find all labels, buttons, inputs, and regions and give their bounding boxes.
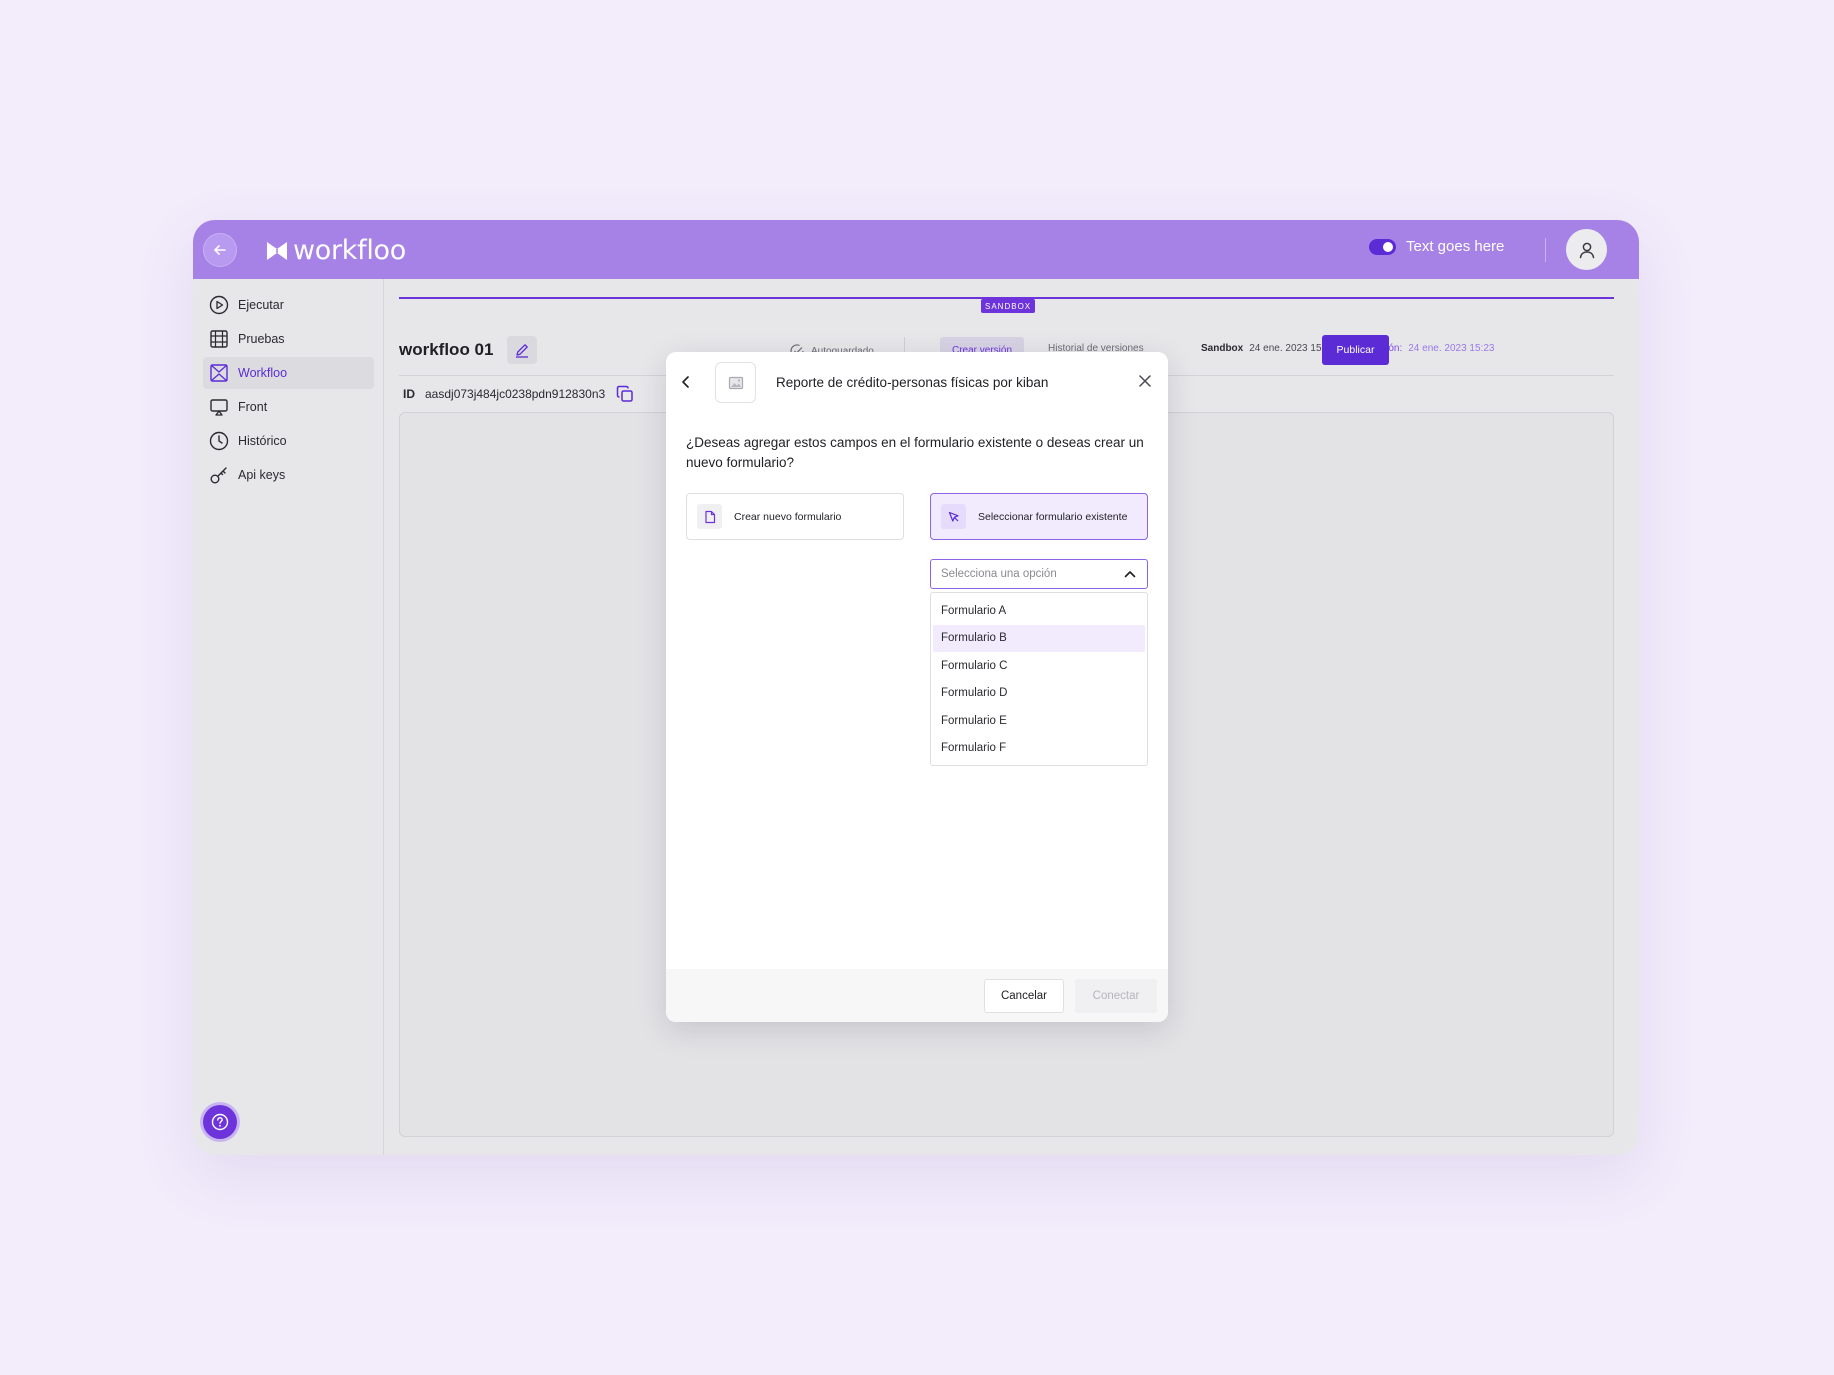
option-select-existing-form[interactable]: Seleccionar formulario existente (930, 493, 1148, 540)
brand-logo: workfloo (265, 235, 406, 266)
modal-back-button[interactable] (676, 372, 696, 392)
workflow-id-row: ID aasdj073j484jc0238pdn912830n3 (403, 384, 635, 404)
toggle-label: Text goes here (1406, 238, 1505, 255)
clock-icon (209, 431, 229, 451)
chevron-left-icon (682, 376, 689, 388)
sidebar-item-ejecutar[interactable]: Ejecutar (203, 289, 374, 321)
edit-title-button[interactable] (507, 336, 537, 364)
sidebar-item-label: Histórico (238, 434, 287, 448)
form-select[interactable]: Selecciona una opción (930, 559, 1148, 589)
key-icon (210, 467, 227, 484)
modal-footer: Cancelar Conectar (666, 969, 1168, 1022)
cancel-button[interactable]: Cancelar (984, 979, 1064, 1013)
sidebar-item-front[interactable]: Front (203, 391, 374, 423)
dropdown-option[interactable]: Formulario D (933, 680, 1145, 708)
toggle-switch[interactable] (1369, 238, 1396, 255)
sidebar-item-label: Ejecutar (238, 298, 284, 312)
connect-button[interactable]: Conectar (1075, 979, 1157, 1013)
select-placeholder: Selecciona una opción (941, 568, 1057, 580)
chevron-up-icon (1124, 571, 1136, 578)
integration-thumbnail (715, 362, 756, 403)
option-label: Seleccionar formulario existente (978, 510, 1128, 523)
image-placeholder-icon (728, 376, 743, 389)
option-create-new-form[interactable]: Crear nuevo formulario (686, 493, 904, 540)
top-bar: workfloo Text goes here (193, 220, 1639, 279)
modal-close-button[interactable] (1136, 372, 1154, 390)
opt-icon-wrap (697, 504, 722, 529)
sandbox-badge: SANDBOX (981, 299, 1036, 313)
sidebar-item-label: Front (238, 400, 268, 414)
monitor-icon (210, 399, 228, 416)
sidebar-item-label: Workfloo (238, 366, 288, 380)
dropdown-option[interactable]: Formulario C (933, 652, 1145, 680)
divider (1545, 238, 1546, 262)
logo-mark-icon (267, 241, 287, 260)
film-grid-icon (210, 330, 228, 348)
sidebar-item-historico[interactable]: Histórico (203, 425, 374, 457)
id-label: ID (403, 387, 415, 401)
brand-name: workfloo (293, 235, 406, 266)
question-circle-icon (211, 1113, 229, 1131)
option-label: Crear nuevo formulario (734, 510, 842, 523)
id-value: aasdj073j484jc0238pdn912830n3 (425, 387, 606, 401)
sidebar-item-pruebas[interactable]: Pruebas (203, 323, 374, 355)
sidebar-item-workfloo[interactable]: Workfloo (203, 357, 374, 389)
user-avatar[interactable] (1566, 229, 1607, 270)
copy-icon[interactable] (615, 384, 635, 404)
cursor-icon (948, 511, 959, 522)
dropdown-option[interactable]: Formulario A (933, 597, 1145, 625)
sandbox-label: Sandbox (1201, 343, 1244, 354)
close-icon (1139, 375, 1151, 387)
opt-icon-wrap (941, 504, 966, 529)
document-icon (704, 510, 715, 523)
arrow-left-icon (214, 245, 226, 255)
modal-title: Reporte de crédito-personas físicas por … (776, 375, 1049, 390)
dropdown-option[interactable]: Formulario E (933, 707, 1145, 735)
page-title: workfloo 01 (399, 340, 494, 359)
sidebar: Ejecutar Pruebas Workfloo Front Históric… (193, 279, 384, 1155)
user-icon (1579, 242, 1594, 258)
sidebar-item-label: Pruebas (238, 332, 285, 346)
modal-question: ¿Deseas agregar estos campos en el formu… (686, 435, 1144, 470)
help-button[interactable] (203, 1105, 237, 1139)
dropdown-option[interactable]: Formulario B (933, 624, 1145, 652)
publish-button[interactable]: Publicar (1322, 335, 1389, 365)
workflow-icon (210, 364, 228, 382)
form-dropdown-list: Formulario A Formulario B Formulario C F… (930, 592, 1148, 766)
mode-toggle[interactable]: Text goes here (1369, 238, 1504, 255)
play-circle-icon (209, 295, 229, 315)
pencil-icon (516, 344, 528, 358)
production-date: 24 ene. 2023 15:23 (1408, 343, 1495, 354)
sidebar-item-label: Api keys (238, 468, 286, 482)
sidebar-item-api-keys[interactable]: Api keys (203, 459, 374, 491)
connect-form-modal: Reporte de crédito-personas físicas por … (666, 352, 1168, 1022)
dropdown-option[interactable]: Formulario F (933, 735, 1145, 763)
back-button[interactable] (203, 233, 237, 267)
